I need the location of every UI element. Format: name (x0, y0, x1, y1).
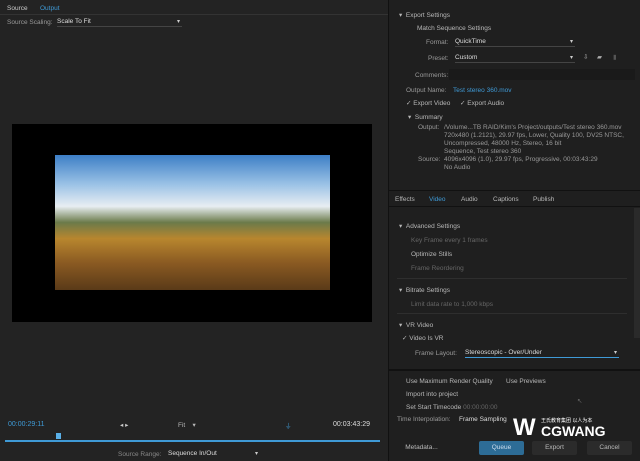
zoom-fit-select[interactable]: Fit ▾ (178, 421, 196, 429)
source-scaling-label: Source Scaling: (7, 19, 53, 26)
source-scaling-value: Scale To Fit (57, 18, 91, 25)
tab-publish[interactable]: Publish (533, 196, 554, 203)
fit-value: Fit (178, 422, 186, 429)
mark-in-out-icon[interactable]: ◂ ▸ (120, 421, 128, 429)
export-video-checkbox[interactable]: ✓ Export Video (406, 99, 450, 107)
use-previews-checkbox[interactable]: Use Previews (497, 377, 546, 385)
source-range-label: Source Range: (118, 451, 162, 458)
frame-layout-label: Frame Layout: (415, 350, 457, 357)
preset-value: Custom (455, 54, 478, 61)
format-value: QuickTime (455, 38, 486, 45)
match-sequence-checkbox[interactable]: Match Sequence Settings (408, 24, 491, 32)
chevron-down-icon: ▾ (569, 39, 573, 45)
source-range-value: Sequence In/Out (168, 450, 217, 457)
panorama-frame-image (55, 155, 330, 290)
import-preset-icon[interactable]: ▰ (597, 53, 602, 61)
current-timecode[interactable]: 00:00:29:11 (8, 421, 44, 428)
cursor-icon: ↖ (577, 398, 583, 405)
preset-select[interactable]: Custom ▾ (455, 54, 575, 63)
tab-video[interactable]: Video (429, 196, 446, 203)
comments-label: Comments: (415, 72, 449, 79)
video-preview (12, 124, 372, 322)
advanced-settings-header[interactable]: ▾ Advanced Settings (399, 222, 460, 230)
summary-output-text: /Volume...TB RAID/Kim's Project/outputs/… (444, 124, 624, 147)
queue-button[interactable]: Queue (479, 441, 524, 455)
vr-video-header[interactable]: ▾ VR Video (399, 321, 433, 329)
time-interpolation-label: Time Interpolation: (397, 416, 451, 423)
start-timecode-value: 00:00:00:00 (463, 404, 498, 411)
cgwang-watermark-logo: W 王氏教育集团 以人为本 CGWANG (513, 414, 606, 441)
output-name-link[interactable]: Test stereo 360.mov (453, 87, 512, 94)
summary-header[interactable]: ▾ Summary (408, 113, 443, 121)
export-settings-panel: ▾ Export Settings Match Sequence Setting… (388, 0, 640, 461)
settings-icon[interactable]: ⏚ (285, 420, 292, 430)
limit-bitrate-checkbox[interactable]: Limit data rate to 1,000 kbps (402, 300, 493, 308)
preset-label: Preset: (428, 55, 449, 62)
export-settings-header[interactable]: ▾ Export Settings (399, 11, 450, 19)
export-button[interactable]: Export (532, 441, 577, 455)
format-label: Format: (426, 39, 449, 46)
tab-effects[interactable]: Effects (395, 196, 415, 203)
cancel-button[interactable]: Cancel (587, 441, 632, 455)
video-is-vr-checkbox[interactable]: ✓ Video Is VR (402, 334, 443, 342)
time-interpolation-select[interactable]: Frame Sampling (459, 416, 507, 423)
max-render-quality-checkbox[interactable]: Use Maximum Render Quality (397, 377, 493, 385)
preview-panel: Source Output Source Scaling: Scale To F… (0, 0, 388, 461)
scrollbar[interactable] (634, 208, 640, 338)
tab-output[interactable]: Output (40, 5, 60, 12)
frame-layout-value: Stereoscopic - Over/Under (465, 349, 542, 356)
start-timecode-checkbox[interactable]: Set Start Timecode 00:00:00:00 (397, 403, 497, 411)
playhead-handle[interactable] (55, 433, 61, 439)
summary-source-label: Source: (418, 156, 441, 163)
keyframe-checkbox[interactable]: Key Frame every 1 frames (402, 236, 488, 244)
source-scaling-select[interactable]: Scale To Fit ▾ (57, 18, 182, 27)
source-range-select[interactable]: Sequence In/Out ▾ (168, 450, 260, 459)
import-into-project-checkbox[interactable]: Import into project (397, 390, 458, 398)
save-preset-icon[interactable]: ⇩ (583, 53, 588, 61)
metadata-button[interactable]: Metadata... (399, 441, 444, 455)
comments-input[interactable] (449, 69, 635, 80)
summary-source-text: Sequence, Test stereo 360 4096x4096 (1.0)… (444, 148, 598, 171)
chevron-down-icon: ▾ (254, 451, 258, 457)
timeline-scrubber[interactable] (5, 440, 380, 442)
tab-captions[interactable]: Captions (493, 196, 519, 203)
settings-tabs: Effects Video Audio Captions Publish (389, 190, 640, 207)
chevron-down-icon: ▾ (569, 55, 573, 61)
format-select[interactable]: QuickTime ▾ (455, 38, 575, 47)
chevron-down-icon: ▾ (613, 350, 617, 356)
bitrate-settings-header[interactable]: ▾ Bitrate Settings (399, 286, 450, 294)
frame-reordering-checkbox[interactable]: Frame Reordering (402, 264, 464, 272)
summary-output-label: Output: (418, 124, 440, 131)
export-audio-checkbox[interactable]: ✓ Export Audio (460, 99, 504, 107)
output-name-label: Output Name: (406, 87, 447, 94)
chevron-down-icon: ▾ (176, 19, 180, 25)
end-timecode: 00:03:43:29 (333, 421, 370, 428)
optimize-stills-checkbox[interactable]: Optimize Stills (402, 250, 452, 258)
frame-layout-select[interactable]: Stereoscopic - Over/Under ▾ (465, 349, 619, 358)
tab-audio[interactable]: Audio (461, 196, 478, 203)
delete-preset-icon[interactable]: ▮ (613, 53, 617, 61)
tab-source[interactable]: Source (7, 5, 28, 12)
